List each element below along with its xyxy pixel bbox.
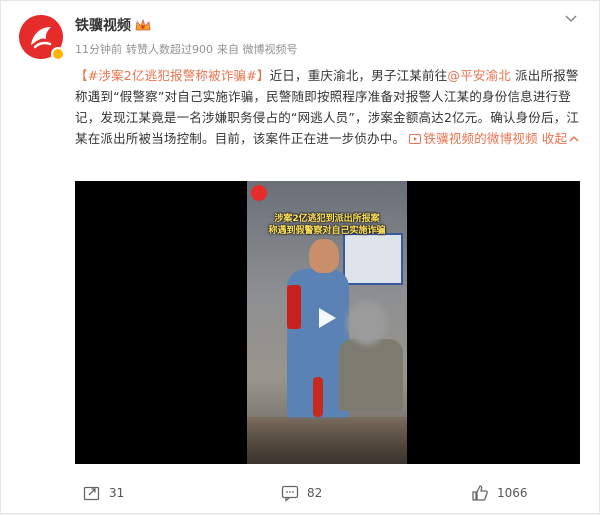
weibo-post-card: 铁骥视频 11分钟前 转赞人数超过900 来自 微博视频号 【#涉案2亿逃犯报警… xyxy=(0,0,600,514)
officer-head xyxy=(309,239,339,273)
comment-icon xyxy=(281,485,299,502)
like-count: 1066 xyxy=(497,486,528,500)
post-source: 来自 微博视频号 xyxy=(217,43,298,56)
video-frame: 涉案2亿逃犯到派出所报案 称遇到假警察对自己实施诈骗 xyxy=(247,181,407,464)
red-armband xyxy=(287,285,301,329)
background-sign xyxy=(343,233,403,285)
blurred-face xyxy=(347,301,387,345)
verified-badge-icon xyxy=(51,47,65,61)
crown-icon xyxy=(135,18,151,31)
author-row: 铁骥视频 xyxy=(75,15,151,35)
chevron-up-icon xyxy=(569,135,579,142)
video-source-link[interactable]: 铁骥视频的微博视频 xyxy=(409,131,538,146)
video-player[interactable]: 涉案2亿逃犯到派出所报案 称遇到假警察对自己实施诈骗 xyxy=(75,181,580,464)
video-icon xyxy=(409,134,422,144)
caption-line-2: 称遇到假警察对自己实施诈骗 xyxy=(268,226,386,236)
post-time[interactable]: 11分钟前 xyxy=(75,41,122,57)
caption-line-1: 涉案2亿逃犯到派出所报案 xyxy=(274,214,380,224)
mention-link[interactable]: @平安渝北 xyxy=(447,68,511,83)
action-bar: 31 82 1066 xyxy=(1,471,600,515)
repost-button[interactable]: 31 xyxy=(83,484,124,502)
video-caption: 涉案2亿逃犯到派出所报案 称遇到假警察对自己实施诈骗 xyxy=(251,213,403,237)
reposts-note: 转赞人数超过900 xyxy=(126,43,213,56)
play-icon[interactable] xyxy=(311,303,341,333)
repost-count: 31 xyxy=(109,486,125,500)
suspect-figure xyxy=(339,339,403,411)
hashtag-link[interactable]: 【#涉案2亿逃犯报警称被诈骗#】 xyxy=(75,68,270,83)
post-text: 【#涉案2亿逃犯报警称被诈骗#】近日，重庆渝北，男子江某前往@平安渝北 派出所报… xyxy=(75,65,581,149)
like-button[interactable]: 1066 xyxy=(471,484,528,502)
fire-extinguisher xyxy=(313,377,323,417)
collapse-link[interactable]: 收起 xyxy=(538,131,580,146)
post-meta: 11分钟前 转赞人数超过900 来自 微博视频号 xyxy=(75,41,298,57)
thumbs-up-icon xyxy=(472,485,488,501)
channel-logo-icon xyxy=(251,185,267,201)
comment-count: 82 xyxy=(307,486,323,500)
repost-icon xyxy=(83,486,100,501)
post-text-part1: 近日，重庆渝北，男子江某前往 xyxy=(269,68,448,83)
comment-button[interactable]: 82 xyxy=(281,484,322,502)
bottom-blur xyxy=(247,417,407,464)
more-chevron-icon[interactable] xyxy=(563,11,579,27)
author-name[interactable]: 铁骥视频 xyxy=(75,15,131,35)
